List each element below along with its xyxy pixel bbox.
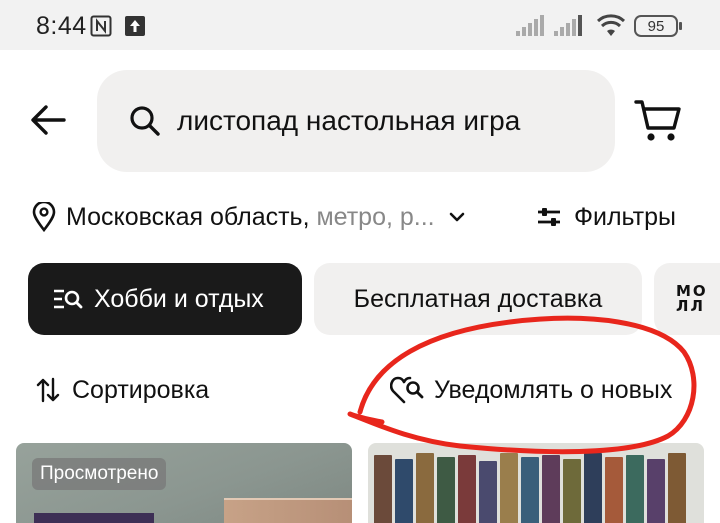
search-icon	[129, 104, 163, 138]
search-field[interactable]: листопад настольная игра	[97, 70, 615, 172]
moll-logo: МО ЛЛ	[676, 282, 708, 315]
product-image	[224, 498, 352, 523]
signal-icon	[516, 15, 548, 42]
sort-button[interactable]: Сортировка	[36, 372, 209, 408]
upload-icon	[124, 15, 146, 37]
location-label: Московская область, метро, р...	[66, 203, 435, 232]
status-time: 8:44	[36, 12, 87, 40]
sort-label: Сортировка	[72, 375, 210, 404]
nfc-icon	[90, 15, 112, 37]
status-bar: 8:44 95	[0, 0, 720, 50]
battery-level: 95	[647, 17, 665, 35]
category-search-icon	[54, 289, 83, 309]
sliders-icon	[538, 208, 560, 226]
sort-arrows-icon	[36, 377, 60, 403]
search-query: листопад настольная игра	[177, 105, 521, 136]
cart-button[interactable]	[634, 98, 682, 144]
back-button[interactable]	[26, 96, 70, 144]
location-sub: метро, р...	[316, 202, 435, 231]
notify-label: Уведомлять о новых	[434, 375, 673, 404]
filters-button[interactable]: Фильтры	[536, 198, 676, 236]
back-arrow-icon	[31, 105, 66, 135]
chip-hobby[interactable]: Хобби и отдых	[28, 263, 302, 335]
battery-icon: 95	[634, 15, 682, 37]
location-pin-icon	[32, 202, 56, 232]
chip-free-delivery[interactable]: Бесплатная доставка	[314, 263, 642, 335]
chip-label: Хобби и отдых	[94, 284, 264, 313]
signal-icon	[554, 15, 586, 42]
heart-search-icon	[390, 376, 424, 404]
filters-label: Фильтры	[574, 202, 676, 231]
chip-label: Бесплатная доставка	[353, 284, 603, 313]
notify-new-button[interactable]: Уведомлять о новых	[390, 372, 672, 408]
location-main: Московская область,	[66, 202, 317, 231]
chevron-down-icon	[449, 212, 464, 222]
product-card[interactable]	[368, 443, 704, 523]
viewed-badge: Просмотрено	[32, 458, 167, 490]
product-image	[34, 513, 154, 523]
cart-icon	[634, 100, 681, 141]
chip-moll[interactable]: МО ЛЛ	[654, 263, 720, 335]
product-card[interactable]: Просмотрено	[16, 443, 352, 523]
wifi-icon	[596, 12, 626, 43]
location-selector[interactable]: Московская область, метро, р...	[32, 198, 465, 236]
product-image	[368, 443, 704, 523]
